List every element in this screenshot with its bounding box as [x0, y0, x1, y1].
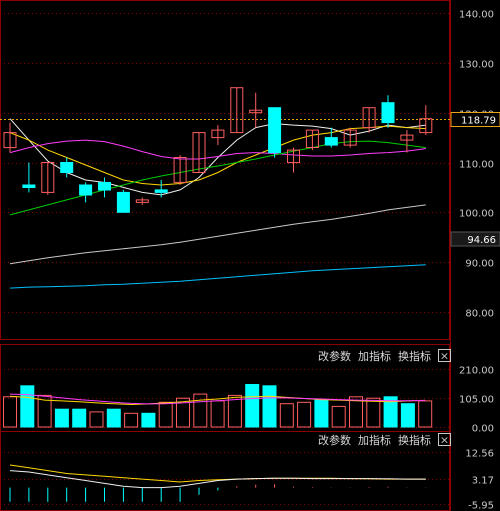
volume-bar	[3, 396, 17, 428]
candle	[116, 189, 130, 213]
indicator2-tick-label: 12.56	[465, 449, 494, 460]
close-icon[interactable]: ×	[440, 434, 449, 447]
candle-body	[98, 182, 111, 191]
candle-body	[154, 189, 168, 193]
close-panel-button[interactable]: ×	[438, 349, 451, 363]
candle-body	[116, 191, 130, 213]
volume-bar	[89, 411, 104, 428]
candle-body	[22, 184, 36, 188]
candle	[419, 105, 433, 136]
stock-chart-window: 改参数 加指标 换指标 × 改参数 加指标 换指标 × 140.00 130.00…	[0, 0, 500, 511]
candle	[249, 92, 263, 128]
indicator-panel-1-controls: 改参数 加指标 换指标 ×	[318, 349, 451, 363]
close-panel-button-2[interactable]: ×	[438, 433, 451, 447]
volume-bar	[366, 397, 381, 428]
volume-bar	[331, 405, 346, 428]
indicator-panel-2-controls: 改参数 加指标 换指标 ×	[318, 433, 451, 447]
candle	[98, 177, 111, 198]
volume-bar	[245, 384, 260, 428]
volume-bar	[262, 385, 277, 428]
candle	[3, 122, 17, 153]
volume-bar	[54, 408, 69, 428]
candle	[343, 127, 357, 148]
candle-body	[381, 102, 395, 124]
volume-bar	[158, 401, 173, 428]
candle-body	[324, 137, 338, 146]
candle	[305, 129, 319, 151]
volume-bar	[400, 403, 415, 428]
candle	[230, 87, 244, 134]
ma30-line	[9, 140, 426, 216]
candle	[287, 147, 300, 173]
candle-body	[268, 107, 282, 154]
indicator1-tick-label: 210.00	[459, 366, 494, 377]
volume-bar	[20, 385, 35, 428]
mid-price-tag: 94.66	[467, 235, 496, 246]
candle	[362, 107, 376, 133]
volume-bar	[193, 393, 208, 428]
volume-bar	[210, 400, 225, 428]
candle	[22, 162, 36, 193]
chart-canvas: 改参数 加指标 换指标 × 改参数 加指标 换指标 × 140.00 130.00…	[0, 0, 500, 511]
candle	[324, 127, 338, 148]
candle	[381, 95, 395, 128]
volume-bar	[297, 401, 312, 428]
candle	[173, 155, 187, 185]
candle-body	[79, 184, 93, 196]
candle	[135, 197, 149, 205]
price-tick-label: 100.00	[459, 209, 494, 220]
candle	[400, 130, 414, 153]
candle	[211, 125, 225, 146]
candle-body	[60, 162, 74, 173]
volume-bar	[279, 403, 294, 428]
close-icon[interactable]: ×	[440, 350, 449, 363]
switch-indicator-button-2[interactable]: 换指标	[398, 433, 431, 447]
price-tick-label: 110.00	[459, 160, 494, 171]
candle	[268, 107, 282, 158]
price-tick-label: 140.00	[459, 10, 494, 21]
price-tick-label: 130.00	[459, 60, 494, 71]
volume-bar	[124, 412, 139, 428]
candle	[41, 162, 55, 195]
volume-bar	[314, 399, 329, 428]
params-button[interactable]: 改参数	[318, 349, 351, 363]
volume-bar	[418, 400, 433, 428]
indicator1-tick-label: 105.00	[459, 395, 494, 406]
ma120-line	[9, 264, 426, 289]
add-indicator-button[interactable]: 加指标	[358, 349, 391, 363]
price-tick-label: 90.00	[465, 259, 494, 270]
price-tick-label: 80.00	[465, 309, 494, 320]
indicator2-tick-label: 3.17	[472, 476, 494, 487]
last-price-tag: 118.79	[461, 116, 496, 127]
add-indicator-button-2[interactable]: 加指标	[358, 433, 391, 447]
params-button-2[interactable]: 改参数	[318, 433, 351, 447]
indicator1-tick-label: 0.00	[472, 424, 494, 435]
indicator2-tick-label: -5.95	[468, 501, 494, 511]
volume-bar	[72, 408, 87, 428]
volume-bar	[141, 412, 156, 428]
volume-bar	[106, 408, 121, 428]
candle	[192, 132, 206, 174]
candle	[79, 182, 93, 203]
ma60-line	[9, 204, 426, 265]
switch-indicator-button[interactable]: 换指标	[398, 349, 431, 363]
